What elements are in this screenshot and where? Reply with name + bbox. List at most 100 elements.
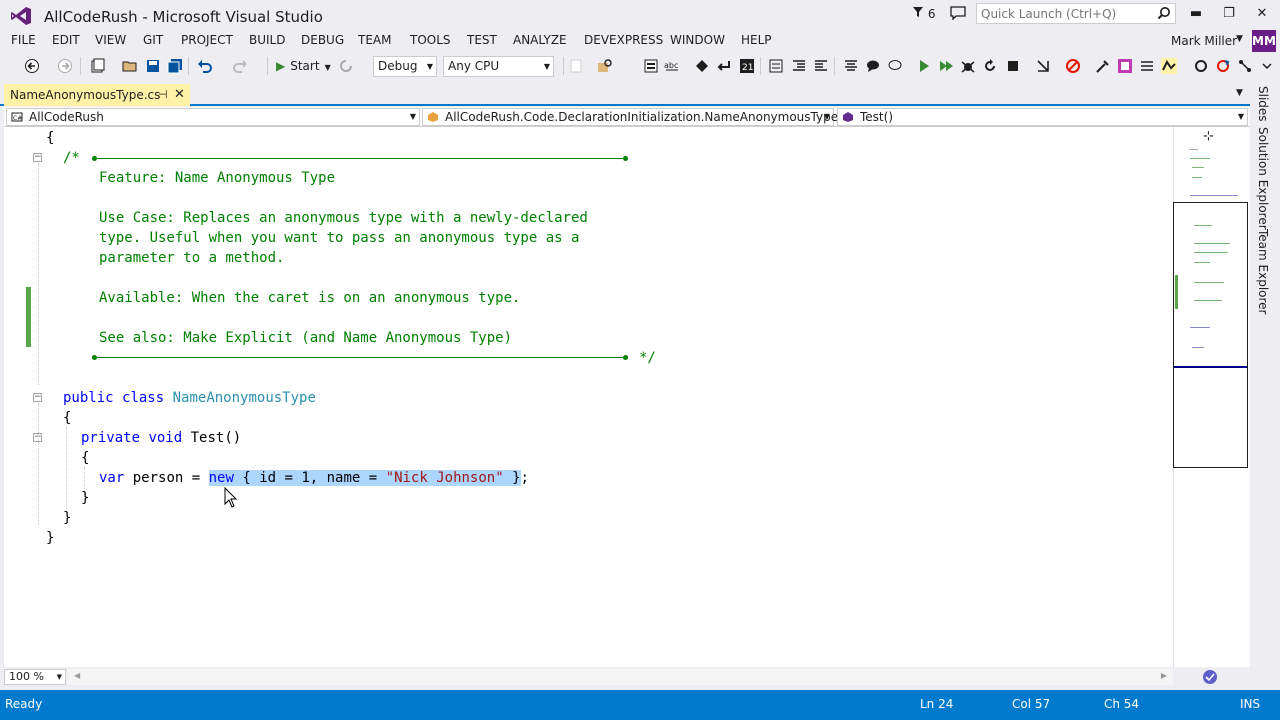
tool-list-icon[interactable] <box>1139 58 1155 74</box>
standard-toolbar: ▶ Start ▼ Debug ▼ Any CPU ▼ abc 21 <box>0 53 1280 79</box>
configuration-select[interactable]: Debug ▼ <box>373 56 437 77</box>
zoom-select[interactable]: 100 % ▼ <box>4 669 66 685</box>
type-select[interactable]: AllCodeRush.Code.DeclarationInitializati… <box>422 108 838 126</box>
solution-explorer-icon[interactable] <box>643 58 659 74</box>
undo-icon[interactable] <box>197 58 213 74</box>
network-icon[interactable] <box>1237 58 1253 74</box>
maximize-button[interactable]: ❐ <box>1216 4 1242 24</box>
align-icon[interactable] <box>843 58 859 74</box>
class-icon <box>428 112 438 122</box>
run-without-debugging-icon[interactable] <box>938 58 954 74</box>
avatar[interactable]: MM <box>1252 30 1276 52</box>
feedback-icon[interactable] <box>950 6 966 20</box>
coderush-status-icon[interactable] <box>1201 668 1219 686</box>
chevron-down-icon: ▼ <box>543 62 550 71</box>
run-icon[interactable] <box>916 58 932 74</box>
menu-help[interactable]: HELP <box>741 33 772 47</box>
tab-slides[interactable]: Slides <box>1256 86 1270 122</box>
toolbar-separator <box>834 57 835 75</box>
tab-solution-explorer[interactable]: Solution Explorer <box>1256 127 1270 230</box>
save-all-icon[interactable] <box>167 58 183 74</box>
horizontal-scrollbar[interactable]: ◀ ▶ <box>68 669 1173 685</box>
project-select[interactable]: C# AllCodeRush ▼ <box>6 108 420 126</box>
menu-view[interactable]: VIEW <box>95 33 126 47</box>
attach-process-icon[interactable] <box>960 58 976 74</box>
search-icon[interactable] <box>1157 6 1171 20</box>
spell-check-icon[interactable]: abc <box>664 58 680 74</box>
quick-launch-input[interactable] <box>977 4 1155 23</box>
back-icon[interactable] <box>24 58 40 74</box>
caret-position-marker <box>1174 366 1247 368</box>
indent-icon[interactable] <box>791 58 807 74</box>
page-icon[interactable] <box>568 58 584 74</box>
collapse-class-icon[interactable]: − <box>33 393 42 402</box>
refresh-icon[interactable] <box>338 58 354 74</box>
line-number-icon[interactable]: 21 <box>739 58 755 74</box>
breakpoint-disable-icon[interactable] <box>1065 58 1081 74</box>
tab-team-explorer[interactable]: Team Explorer <box>1256 229 1270 315</box>
outline-icon[interactable] <box>768 58 784 74</box>
outdent-icon[interactable] <box>813 58 829 74</box>
menu-analyze[interactable]: ANALYZE <box>513 33 567 47</box>
menu-window[interactable]: WINDOW <box>670 33 725 47</box>
uncomment-icon[interactable] <box>887 58 903 74</box>
scroll-right-icon[interactable]: ▶ <box>1161 671 1167 680</box>
coderush-icon[interactable] <box>1161 58 1177 74</box>
close-button[interactable]: ✕ <box>1249 4 1275 24</box>
pin-icon[interactable]: ⊣ <box>158 84 168 106</box>
tab-name-anonymous-type[interactable]: NameAnonymousType.cs ⊣ ✕ <box>4 84 190 106</box>
selected-anonymous-type[interactable]: new { id = 1, name = "Nick Johnson" } <box>208 470 521 486</box>
status-insert-mode: INS <box>1240 697 1261 711</box>
comment-icon[interactable] <box>865 58 881 74</box>
toolbar-separator <box>188 57 189 75</box>
return-icon[interactable] <box>716 58 732 74</box>
start-debugging-button[interactable]: ▶ Start ▼ <box>276 56 331 76</box>
git-icon[interactable] <box>1215 58 1231 74</box>
refactor-icon[interactable] <box>1117 58 1133 74</box>
comment-bullet <box>623 156 628 161</box>
collapse-comment-icon[interactable]: − <box>33 153 42 162</box>
toolbar-overflow-icon[interactable] <box>1259 58 1275 74</box>
bookmark-icon[interactable] <box>694 58 710 74</box>
menu-file[interactable]: FILE <box>11 33 36 47</box>
redo-icon[interactable] <box>232 58 248 74</box>
scroll-map-viewport[interactable] <box>1173 202 1248 468</box>
code-editor[interactable]: − − − { /* Feature: Name Anonymous Type … <box>4 127 1173 667</box>
forward-icon[interactable] <box>57 58 73 74</box>
tool-icon[interactable] <box>1095 58 1111 74</box>
menu-test[interactable]: TEST <box>467 33 497 47</box>
split-window-icon[interactable]: ⊹ <box>1203 129 1214 144</box>
status-column: Col 57 <box>1012 697 1051 711</box>
stop-icon[interactable] <box>1005 58 1021 74</box>
new-project-icon[interactable] <box>90 58 106 74</box>
user-name[interactable]: Mark Miller <box>1171 34 1237 48</box>
svg-text:21: 21 <box>742 63 753 73</box>
platform-select[interactable]: Any CPU ▼ <box>443 56 554 77</box>
save-icon[interactable] <box>145 58 161 74</box>
tab-overflow-icon[interactable]: ▼ <box>1236 88 1243 98</box>
menu-git[interactable]: GIT <box>143 33 163 47</box>
menu-team[interactable]: TEAM <box>358 33 391 47</box>
notifications-button[interactable]: 6 <box>912 6 935 21</box>
document-tab-strip: NameAnonymousType.cs ⊣ ✕ <box>0 84 1250 106</box>
close-icon[interactable]: ✕ <box>174 84 185 106</box>
scroll-left-icon[interactable]: ◀ <box>74 671 80 680</box>
method-close-brace: } <box>81 490 90 506</box>
restart-icon[interactable] <box>982 58 998 74</box>
menu-project[interactable]: PROJECT <box>181 33 233 47</box>
quick-launch-box[interactable] <box>976 3 1176 24</box>
member-select[interactable]: Test() ▼ <box>837 108 1248 126</box>
menu-edit[interactable]: EDIT <box>52 33 80 47</box>
menu-build[interactable]: BUILD <box>249 33 285 47</box>
minimize-button[interactable]: ▬ <box>1183 4 1209 24</box>
sync-icon[interactable] <box>1193 58 1209 74</box>
menu-debug[interactable]: DEBUG <box>301 33 344 47</box>
csharp-project-icon: C# <box>11 112 23 122</box>
code-line-var-person: var person = new { id = 1, name = "Nick … <box>99 470 529 486</box>
open-file-icon[interactable] <box>122 58 138 74</box>
user-dropdown-icon[interactable]: ▼ <box>1236 34 1243 44</box>
menu-devexpress[interactable]: DEVEXPRESS <box>584 33 663 47</box>
find-in-files-icon[interactable] <box>597 58 613 74</box>
step-icon[interactable] <box>1035 58 1051 74</box>
menu-tools[interactable]: TOOLS <box>410 33 451 47</box>
